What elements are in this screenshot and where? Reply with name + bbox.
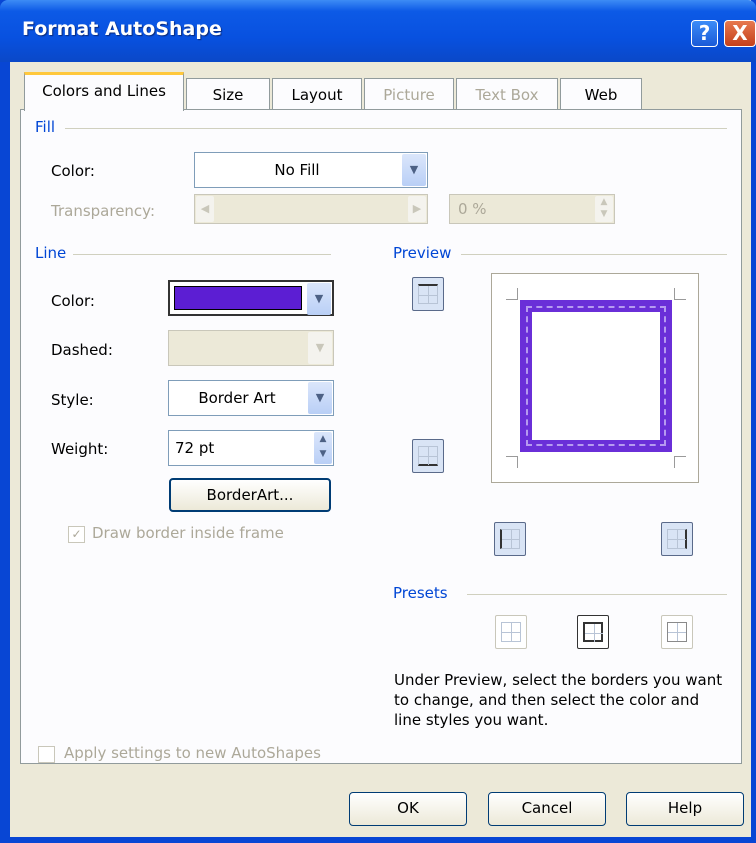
bottom-border-button[interactable]	[412, 439, 444, 473]
fill-color-dropdown[interactable]: No Fill ▼	[194, 152, 428, 188]
preset-grid-button[interactable]	[661, 615, 693, 649]
tab-web[interactable]: Web	[560, 78, 642, 110]
line-divider	[73, 254, 331, 255]
weight-spin-icon[interactable]: ▲ ▼	[314, 432, 332, 464]
fill-group-label: Fill	[35, 118, 56, 136]
window-title: Format AutoShape	[22, 18, 222, 40]
transparency-label: Transparency:	[51, 202, 156, 220]
ok-button[interactable]: OK	[349, 792, 467, 826]
preset-none-icon	[501, 622, 521, 642]
preset-none-button[interactable]	[495, 615, 527, 649]
top-border-icon	[418, 284, 438, 304]
dashed-label: Dashed:	[51, 341, 113, 359]
transparency-value: 0 %	[458, 200, 487, 218]
preset-box-icon	[583, 622, 603, 642]
preset-grid-icon	[667, 622, 687, 642]
apply-settings-label: Apply settings to new AutoShapes	[64, 744, 321, 762]
tab-picture: Picture	[364, 78, 454, 110]
tab-layout[interactable]: Layout	[272, 78, 362, 110]
dialog-body: Colors and Lines Size Layout Picture Tex…	[10, 62, 751, 837]
help-button[interactable]: Help	[626, 792, 744, 826]
style-dropdown[interactable]: Border Art ▼	[168, 380, 334, 416]
corner-tick-bottom-right	[674, 456, 686, 468]
chevron-down-icon[interactable]: ▼	[402, 154, 426, 186]
bottom-border-icon	[418, 446, 438, 466]
fill-color-label: Color:	[51, 162, 95, 180]
tab-text-box: Text Box	[456, 78, 558, 110]
apply-settings-checkbox	[38, 746, 55, 763]
line-color-swatch	[174, 286, 302, 310]
preview-area	[491, 273, 699, 483]
draw-inside-checkbox: ✓	[68, 526, 85, 543]
weight-label: Weight:	[51, 440, 109, 458]
top-border-button[interactable]	[412, 277, 444, 311]
right-border-button[interactable]	[661, 522, 693, 556]
line-group-label: Line	[35, 244, 67, 262]
help-icon[interactable]: ?	[691, 20, 718, 47]
dashed-dropdown: ▼	[168, 330, 334, 366]
left-border-icon	[500, 529, 520, 549]
corner-tick-bottom-left	[506, 456, 518, 468]
weight-spinbox[interactable]: 72 pt ▲ ▼	[168, 430, 334, 466]
chevron-down-icon[interactable]: ▼	[307, 283, 331, 315]
transparency-spinbox: 0 % ▲ ▼	[449, 194, 615, 224]
chevron-right-icon: ▶	[408, 196, 426, 222]
fill-divider	[65, 128, 727, 129]
close-icon[interactable]: X	[724, 20, 756, 47]
presets-group-label: Presets	[393, 584, 448, 602]
corner-tick-top-left	[506, 288, 518, 300]
cancel-button[interactable]: Cancel	[488, 792, 606, 826]
preview-group-label: Preview	[393, 244, 452, 262]
presets-divider	[467, 594, 727, 595]
borderart-button[interactable]: BorderArt...	[169, 478, 331, 512]
chevron-down-icon: ▼	[308, 332, 332, 364]
title-bar[interactable]: Format AutoShape ? X	[0, 0, 756, 62]
colors-and-lines-panel: Fill Color: No Fill ▼ Transparency: ◀ ▶ …	[20, 109, 742, 764]
chevron-down-icon[interactable]: ▼	[308, 382, 332, 414]
preset-box-button[interactable]	[577, 615, 609, 649]
transparency-spin-icon: ▲ ▼	[595, 196, 613, 222]
transparency-slider: ◀ ▶	[194, 194, 428, 224]
corner-tick-top-right	[674, 288, 686, 300]
border-art-preview	[520, 300, 672, 452]
tab-colors-and-lines[interactable]: Colors and Lines	[24, 72, 184, 111]
right-border-icon	[667, 529, 687, 549]
style-label: Style:	[51, 391, 94, 409]
weight-value: 72 pt	[175, 439, 215, 457]
fill-color-value: No Fill	[274, 161, 320, 179]
line-color-label: Color:	[51, 292, 95, 310]
draw-inside-label: Draw border inside frame	[92, 524, 284, 542]
left-border-button[interactable]	[494, 522, 526, 556]
style-value: Border Art	[198, 389, 276, 407]
presets-help-text: Under Preview, select the borders you wa…	[394, 671, 723, 729]
line-color-dropdown[interactable]: ▼	[168, 280, 334, 316]
preview-divider	[461, 254, 727, 255]
tab-size[interactable]: Size	[186, 78, 270, 110]
chevron-left-icon: ◀	[196, 196, 214, 222]
